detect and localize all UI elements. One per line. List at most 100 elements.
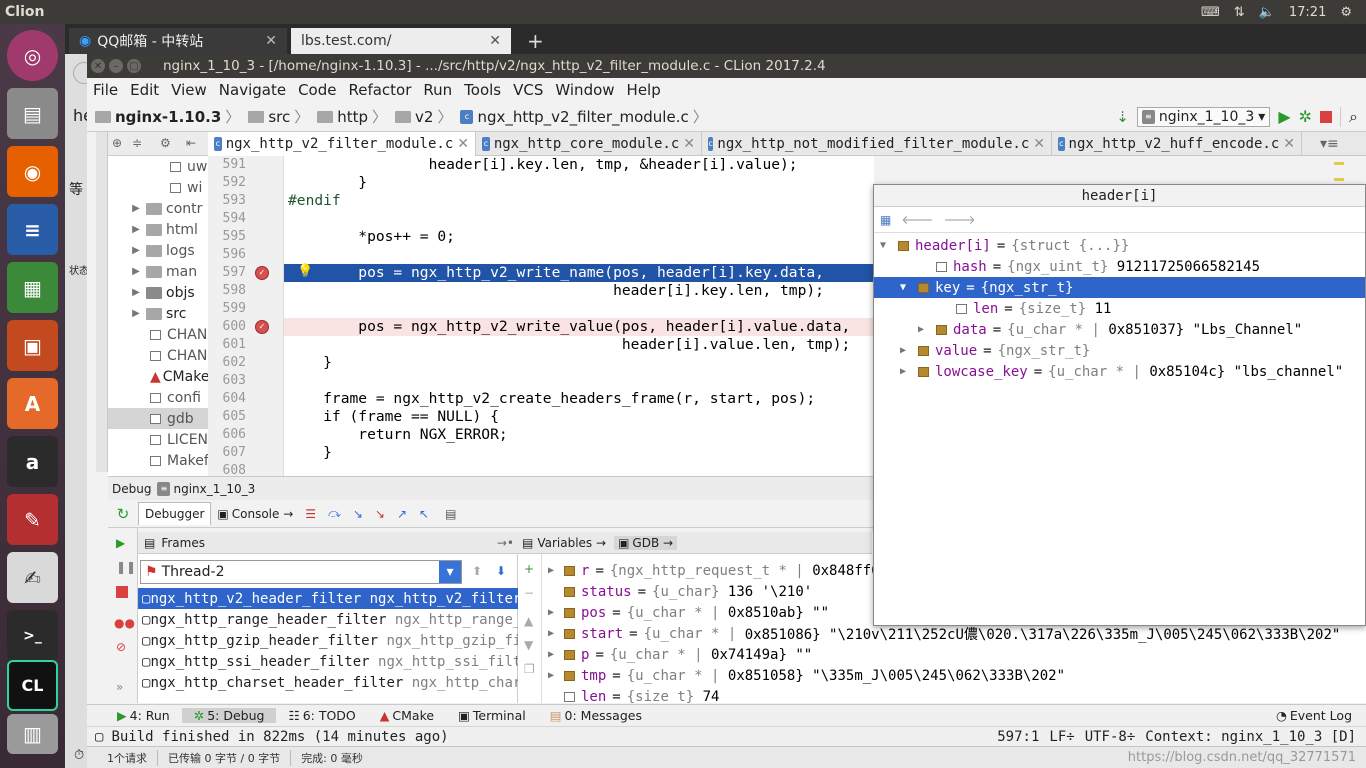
move-down-icon[interactable]: ▼ — [524, 638, 533, 652]
chevron-down-icon[interactable]: ▾ — [439, 561, 461, 583]
software-center-icon[interactable]: A — [7, 378, 58, 429]
file-encoding[interactable]: UTF-8÷ — [1085, 729, 1146, 745]
keyboard-icon[interactable]: ⌨ — [1201, 5, 1220, 20]
stop-debug-icon[interactable] — [116, 586, 128, 598]
menu-navigate[interactable]: Navigate — [213, 81, 292, 99]
step-into-icon[interactable]: ↘ — [347, 507, 369, 521]
close-icon[interactable]: ✕ — [489, 33, 501, 49]
expand-icon[interactable]: ▼ — [900, 282, 918, 293]
new-tab-button[interactable]: + — [517, 28, 554, 54]
calc-icon[interactable]: ▦ — [7, 262, 58, 313]
collapse-icon[interactable]: ≑ — [132, 136, 142, 150]
next-frame-icon[interactable]: ⬇ — [496, 564, 506, 578]
breadcrumb-project[interactable]: nginx-1.10.3 〉 — [87, 106, 244, 127]
watch-icon[interactable]: ▦ — [880, 213, 891, 227]
add-watch-icon[interactable]: + — [524, 562, 534, 576]
menu-view[interactable]: View — [165, 81, 213, 99]
debug-config-tab[interactable]: ≡ nginx_1_10_3 — [151, 481, 255, 496]
step-over-icon[interactable]: ⤼ — [322, 506, 347, 521]
variable-row[interactable]: ▶ tmp = {u_char * | 0x851058} "\335m_J\005\… — [548, 665, 1065, 686]
variable-row[interactable]: ▶ pos = {u_char * | 0x8510ab} "" — [548, 602, 829, 623]
run-icon[interactable]: ▶ — [1278, 107, 1290, 126]
step-out-icon[interactable]: ↗ — [391, 507, 413, 521]
maximize-window-icon[interactable]: □ — [127, 59, 141, 73]
clion-icon[interactable]: CL — [7, 660, 58, 711]
code-line[interactable]: return NGX_ERROR; — [288, 426, 507, 443]
line-separator[interactable]: LF÷ — [1049, 729, 1084, 745]
tab-debugger[interactable]: Debugger — [138, 502, 212, 525]
breadcrumb-v2[interactable]: v2 〉 — [391, 106, 456, 127]
toolwindow-todo[interactable]: ☷ 6: TODO — [276, 708, 367, 723]
close-window-icon[interactable]: ✕ — [91, 59, 105, 73]
variable-row[interactable]: ▶ p = {u_char * | 0x74149a} "" — [548, 644, 812, 665]
search-icon[interactable]: ⌕ — [1349, 107, 1358, 127]
toolwindow-messages[interactable]: ▤ 0: Messages — [538, 708, 654, 723]
code-line[interactable]: frame = ngx_http_v2_create_headers_frame… — [288, 390, 815, 407]
code-line[interactable]: pos = ngx_http_v2_write_name(pos, header… — [288, 264, 824, 281]
move-up-icon[interactable]: ▲ — [524, 614, 533, 628]
amazon-icon[interactable]: a — [7, 436, 58, 487]
build-icon[interactable]: ⇣ — [1116, 108, 1129, 126]
tree-item[interactable]: uws — [170, 156, 208, 177]
frame-row[interactable]: ▢ ngx_http_charset_header_filter ngx_http… — [138, 672, 518, 693]
forward-arrow-icon[interactable]: 🡒 — [944, 212, 976, 227]
back-arrow-icon[interactable]: 🡐 — [901, 212, 933, 227]
popup-row[interactable]: hash = {ngx_uint_t} 91211725066582145 — [874, 256, 1365, 277]
code-line[interactable]: } — [288, 174, 367, 191]
ubuntu-icon[interactable]: ◎ — [7, 30, 58, 81]
code-line[interactable]: header[i].value.len, tmp); — [288, 336, 850, 353]
volume-icon[interactable]: 🔈 — [1259, 5, 1275, 20]
tab-gdb[interactable]: ▣ GDB → — [614, 535, 678, 550]
toolwindow-cmake[interactable]: ▲ CMake — [368, 708, 446, 723]
prev-frame-icon[interactable]: ⬆ — [472, 564, 482, 578]
menu-file[interactable]: File — [87, 81, 124, 99]
expand-icon[interactable]: ▶ — [548, 607, 564, 618]
terminal-icon[interactable]: >_ — [7, 610, 58, 661]
popup-row[interactable]: len = {size_t} 11 — [874, 298, 1365, 319]
run-to-cursor-icon[interactable]: ↖ — [413, 507, 435, 521]
show-execution-point-icon[interactable]: ☰ — [299, 507, 322, 521]
rerun-icon[interactable]: ↻ — [108, 505, 138, 523]
editor-tab-huff-encode[interactable]: c ngx_http_v2_huff_encode.c ✕ — [1052, 132, 1302, 156]
breadcrumb-file[interactable]: c ngx_http_v2_filter_module.c 〉 — [456, 106, 711, 127]
text-editor-icon[interactable]: ✍ — [7, 552, 58, 603]
clock[interactable]: 17:21 — [1289, 5, 1326, 20]
tree-item[interactable]: ▶ contr — [130, 198, 202, 219]
toolwindow-terminal[interactable]: ▣ Terminal — [446, 708, 538, 723]
toolwindow-event-log[interactable]: ◔ Event Log — [1264, 708, 1366, 723]
tree-item[interactable]: ▶ src — [130, 303, 186, 324]
tree-item-selected[interactable]: gdb — [108, 408, 208, 429]
tabs-overflow-icon[interactable]: ▾≡ — [1314, 132, 1345, 156]
menu-tools[interactable]: Tools — [458, 81, 507, 99]
expand-icon[interactable]: ▶ — [548, 628, 564, 639]
toggle-tool-windows-icon[interactable]: ▢ — [87, 729, 111, 745]
thread-select[interactable]: ⚑ Thread-2 ▾ — [140, 560, 462, 584]
writer-icon[interactable]: ≡ — [7, 204, 58, 255]
expand-icon[interactable]: ▶ — [900, 345, 918, 356]
code-line[interactable]: pos = ngx_http_v2_write_value(pos, heade… — [288, 318, 850, 335]
caret-position[interactable]: 597:1 — [997, 729, 1049, 745]
tree-item[interactable]: LICEN — [150, 429, 208, 450]
menu-help[interactable]: Help — [621, 81, 667, 99]
power-icon[interactable]: ⚙ — [1340, 5, 1352, 20]
firefox-icon[interactable]: ◉ — [7, 146, 58, 197]
browser-tab-qq[interactable]: ◉ QQ邮箱 - 中转站 ✕ — [69, 28, 287, 54]
tree-item[interactable]: Makef — [150, 450, 208, 471]
tab-console[interactable]: ▣ Console → — [211, 503, 299, 525]
expand-icon[interactable]: ▶ — [548, 565, 564, 576]
code-line[interactable]: } — [288, 354, 332, 371]
minimize-window-icon[interactable]: – — [109, 59, 123, 73]
tree-item[interactable]: confi — [150, 387, 201, 408]
breadcrumb-http[interactable]: http 〉 — [313, 106, 391, 127]
force-step-into-icon[interactable]: ↘ — [369, 507, 391, 521]
menu-run[interactable]: Run — [417, 81, 458, 99]
pause-icon[interactable]: ❚❚ — [116, 560, 136, 574]
files-icon[interactable]: ▤ — [7, 88, 58, 139]
menu-window[interactable]: Window — [549, 81, 620, 99]
close-icon[interactable]: ✕ — [457, 136, 469, 152]
frame-row[interactable]: ▢ ngx_http_gzip_header_filter ngx_http_gz… — [138, 630, 518, 651]
tree-item[interactable]: CHANG — [150, 345, 208, 366]
tree-item[interactable]: ▶ logs — [130, 240, 195, 261]
breadcrumb-src[interactable]: src 〉 — [244, 106, 313, 127]
expand-icon[interactable]: ▶ — [918, 324, 936, 335]
